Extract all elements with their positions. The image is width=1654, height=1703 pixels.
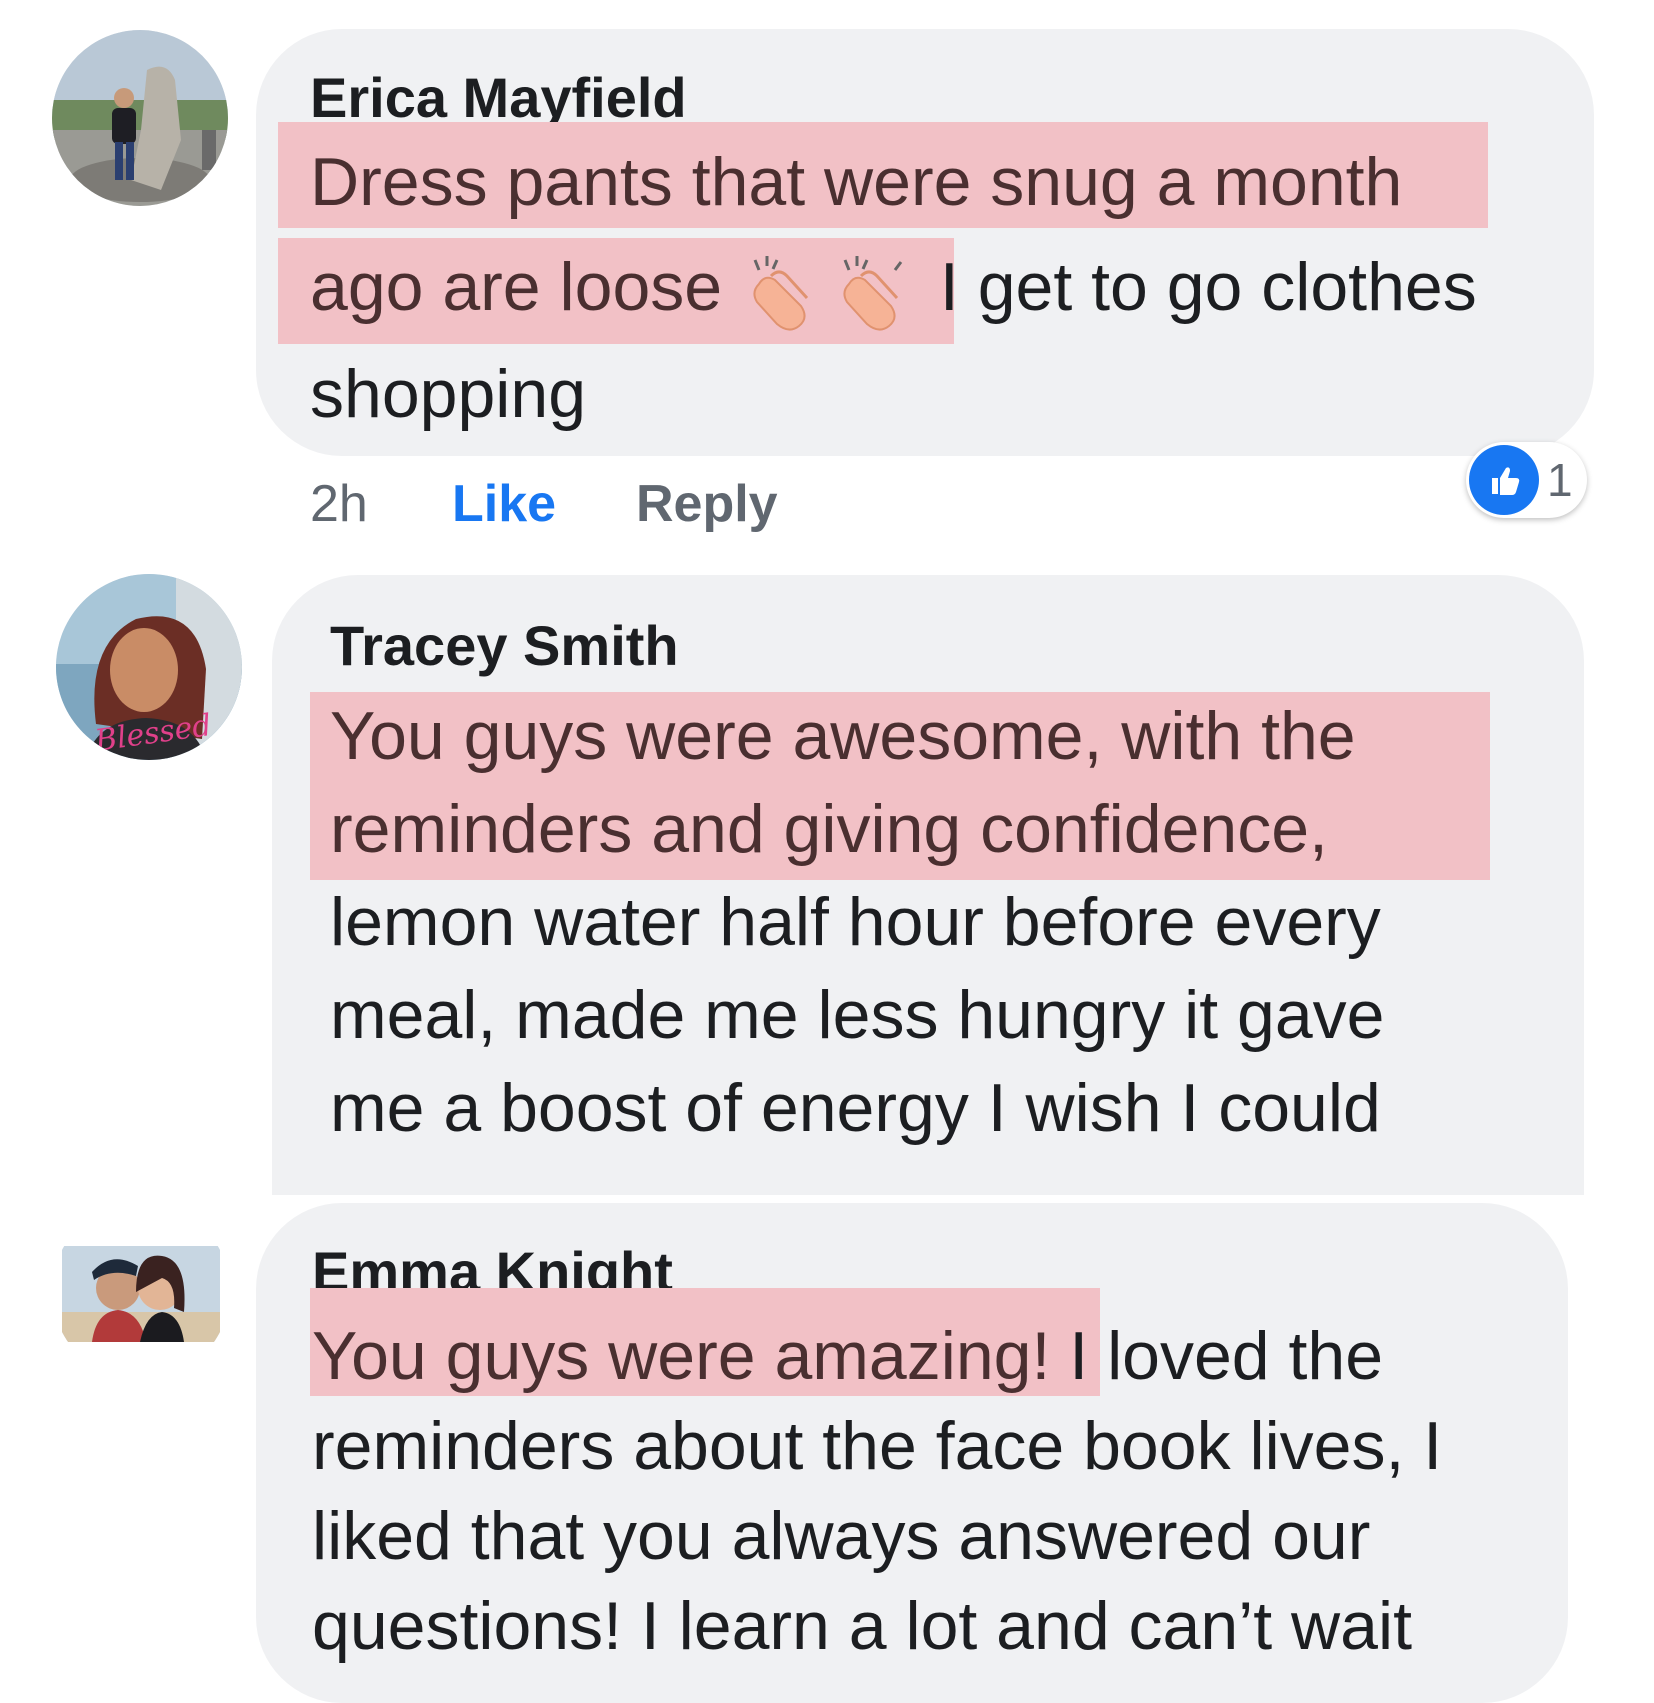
reaction-count-erica: 1 bbox=[1547, 454, 1573, 506]
profile-photo-icon: Blessed bbox=[56, 574, 242, 760]
avatar-emma-knight[interactable] bbox=[52, 1202, 230, 1380]
comment-author-tracey[interactable]: Tracey Smith bbox=[330, 618, 679, 674]
comment-text-emma-line4: questions! I learn a lot and can’t wait bbox=[312, 1588, 1412, 1664]
profile-photo-icon bbox=[52, 30, 228, 206]
comment-text-tracey-line1: You guys were awesome, with the bbox=[330, 698, 1356, 774]
thumbs-up-icon bbox=[1469, 445, 1539, 515]
comment-text-erica-line3: shopping bbox=[310, 356, 587, 432]
comment-text-tracey-line3: lemon water half hour before every bbox=[330, 884, 1381, 960]
avatar-tracey-smith[interactable]: Blessed bbox=[56, 574, 242, 760]
like-button-erica[interactable]: Like bbox=[452, 478, 556, 530]
comment-author-erica[interactable]: Erica Mayfield bbox=[310, 70, 687, 126]
comment-text-emma-line3: liked that you always answered our bbox=[312, 1498, 1371, 1574]
profile-photo-icon bbox=[62, 1246, 220, 1342]
comment-text-emma-line1: You guys were amazing! I loved the bbox=[312, 1322, 1383, 1390]
clapping-hands-icon bbox=[741, 250, 825, 334]
comment-text-emma-line1-rest: I loved the bbox=[1069, 1318, 1384, 1394]
comment-text-erica-line2-rest: I get to go clothes bbox=[939, 248, 1477, 325]
reaction-summary-erica[interactable]: 1 bbox=[1466, 442, 1587, 518]
reply-button-erica[interactable]: Reply bbox=[636, 478, 778, 530]
avatar-erica-mayfield[interactable] bbox=[52, 30, 228, 206]
comment-timestamp-erica: 2h bbox=[310, 475, 368, 533]
comment-text-tracey-line2: reminders and giving confidence, bbox=[330, 791, 1328, 867]
comment-text-tracey-line5: me a boost of energy I wish I could bbox=[330, 1070, 1381, 1146]
comment-text-emma-line1-highlighted: You guys were amazing! bbox=[312, 1318, 1051, 1394]
comment-text-erica-line2: ago are loose I get to go clothes bbox=[310, 250, 1477, 334]
comment-text-emma-line2: reminders about the face book lives, I bbox=[312, 1408, 1443, 1484]
comment-text-erica-line1: Dress pants that were snug a month bbox=[310, 144, 1403, 220]
clapping-hands-icon bbox=[831, 250, 915, 334]
comment-text-tracey-line4: meal, made me less hungry it gave bbox=[330, 977, 1385, 1053]
comment-text-erica-line2-highlighted: ago are loose bbox=[310, 248, 723, 325]
